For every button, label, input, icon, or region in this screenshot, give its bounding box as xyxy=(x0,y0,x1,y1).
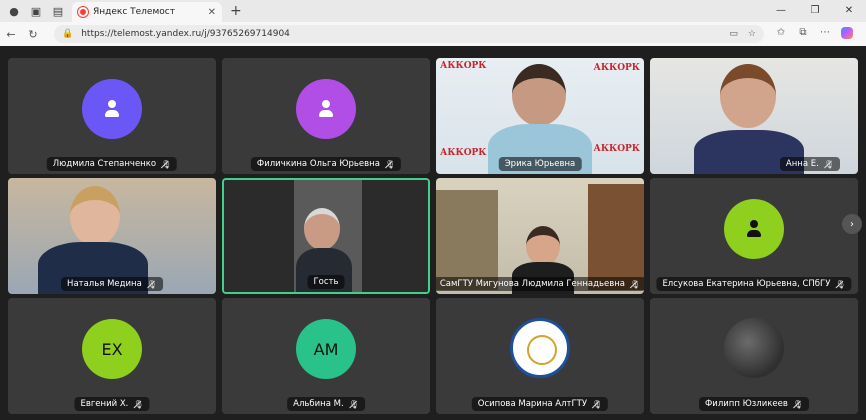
mic-off-icon: 🎙 xyxy=(792,399,804,409)
avatar-initials: АМ xyxy=(296,319,356,379)
participant-tile[interactable]: СамГТУ Мигунова Людмила Геннадьевна 🎙 xyxy=(436,178,644,294)
person-icon xyxy=(743,218,765,240)
participant-name: Филичкина Ольга Юрьевна xyxy=(256,159,380,169)
workspaces-icon[interactable]: ▣ xyxy=(28,3,44,19)
participant-tile[interactable]: Осипова Марина АлтГТУ 🎙 xyxy=(436,298,644,414)
bookshelf xyxy=(436,190,498,290)
speaker-head xyxy=(512,64,566,126)
participant-tile[interactable]: Филичкина Ольга Юрьевна 🎙 xyxy=(222,58,430,174)
favorite-star-icon[interactable]: ☆ xyxy=(748,29,756,39)
participant-name-label: Эрика Юрьевна xyxy=(498,157,582,171)
mic-off-icon: 🎙 xyxy=(630,279,641,289)
mic-off-icon: 🎙 xyxy=(384,159,396,169)
mic-off-icon: 🎙 xyxy=(835,279,846,289)
person-icon xyxy=(101,98,123,120)
participant-tile[interactable]: Филипп Юзликеев 🎙 xyxy=(650,298,858,414)
avatar-photo xyxy=(724,318,784,378)
participant-name: Альбина М. xyxy=(293,399,344,409)
akkork-logo: АККОРК xyxy=(593,63,641,73)
participant-name-label: Людмила Степанченко 🎙 xyxy=(46,157,178,171)
mic-off-icon: 🎙 xyxy=(146,279,157,289)
cast-icon[interactable]: ▭ xyxy=(729,29,738,39)
altgtu-seal-logo xyxy=(510,318,570,378)
participant-name-label: Альбина М. 🎙 xyxy=(287,397,365,411)
browser-tab-bar: ● ▣ ▤ Яндекс Телемост ✕ + — ❐ ✕ xyxy=(0,0,866,22)
tab-actions-icon[interactable]: ▤ xyxy=(50,3,66,19)
more-menu-icon[interactable]: ⋯ xyxy=(814,27,836,42)
profile-icon[interactable]: ● xyxy=(6,3,22,19)
participant-tile[interactable]: АМ Альбина М. 🎙 xyxy=(222,298,430,414)
participant-name-label: Наталья Медина 🎙 xyxy=(61,277,163,291)
speaker-head xyxy=(526,226,560,266)
participant-tile[interactable]: Анна Е. 🎙 xyxy=(650,58,858,174)
mic-off-icon: 🎙 xyxy=(592,399,603,409)
url-text: https://telemost.yandex.ru/j/93765269714… xyxy=(81,29,290,39)
participant-name: Наталья Медина xyxy=(67,279,142,289)
participant-name-label: Елсукова Екатерина Юрьевна, СПбГУ 🎙 xyxy=(656,277,852,291)
akkork-logo: АККОРК xyxy=(440,148,487,158)
participant-tile-active-speaker[interactable]: Гость xyxy=(222,178,430,294)
tab-title: Яндекс Телемост xyxy=(93,7,175,17)
window-controls: — ❐ ✕ xyxy=(764,0,866,22)
avatar xyxy=(724,199,784,259)
participant-tile[interactable]: Наталья Медина 🎙 xyxy=(8,178,216,294)
mic-off-icon: 🎙 xyxy=(348,399,359,409)
participant-name-label: Гость xyxy=(307,275,345,289)
close-tab-icon[interactable]: ✕ xyxy=(208,7,216,18)
lock-icon: 🔒 xyxy=(62,29,74,39)
participant-name-label: Евгений Х. 🎙 xyxy=(74,397,150,411)
mic-off-icon: 🎙 xyxy=(823,159,834,169)
telemost-favicon-icon xyxy=(78,7,88,17)
participant-name: Осипова Марина АлтГТУ xyxy=(477,399,588,409)
participant-tile[interactable]: Елсукова Екатерина Юрьевна, СПбГУ 🎙 xyxy=(650,178,858,294)
restore-icon[interactable]: ❐ xyxy=(798,0,832,22)
participant-tile[interactable]: АККОРК АККОРК АККОРК АККОРК Эрика Юрьевн… xyxy=(436,58,644,174)
avatar xyxy=(82,79,142,139)
mic-off-icon: 🎙 xyxy=(161,159,172,169)
favorites-icon[interactable]: ✩ xyxy=(770,27,792,42)
tab-telemost[interactable]: Яндекс Телемост ✕ xyxy=(72,2,222,22)
next-page-chevron-icon[interactable]: › xyxy=(842,214,862,234)
url-field[interactable]: 🔒 https://telemost.yandex.ru/j/937652697… xyxy=(54,25,764,43)
copilot-icon[interactable] xyxy=(836,26,858,42)
akkork-logo: АККОРК xyxy=(440,61,487,71)
participant-name: Елсукова Екатерина Юрьевна, СПбГУ xyxy=(662,279,831,289)
avatar xyxy=(296,79,356,139)
akkork-logo: АККОРК xyxy=(593,144,641,154)
speaker-head xyxy=(70,186,120,246)
close-window-icon[interactable]: ✕ xyxy=(832,0,866,22)
reload-icon[interactable]: ↻ xyxy=(22,28,44,41)
mic-off-icon: 🎙 xyxy=(133,399,144,409)
person-icon xyxy=(315,98,337,120)
participant-name: Анна Е. xyxy=(785,159,819,169)
participant-name-label: Филипп Юзликеев 🎙 xyxy=(698,397,810,411)
participant-name: СамГТУ Мигунова Людмила Геннадьевна xyxy=(439,279,626,289)
cabinet xyxy=(588,184,644,290)
participant-name-label: СамГТУ Мигунова Людмила Геннадьевна 🎙 xyxy=(436,277,644,291)
participant-name-label: Анна Е. 🎙 xyxy=(779,157,840,171)
address-bar-row: ← ↻ 🔒 https://telemost.yandex.ru/j/93765… xyxy=(0,22,866,46)
participant-name-label: Осипова Марина АлтГТУ 🎙 xyxy=(471,397,609,411)
participant-name: Гость xyxy=(313,277,339,287)
participant-tile[interactable]: ЕХ Евгений Х. 🎙 xyxy=(8,298,216,414)
participant-tile[interactable]: Людмила Степанченко 🎙 xyxy=(8,58,216,174)
speaker-head xyxy=(720,64,776,128)
new-tab-icon[interactable]: + xyxy=(230,3,242,19)
participant-name: Людмила Степанченко xyxy=(52,159,157,169)
participant-name-label: Филичкина Ольга Юрьевна 🎙 xyxy=(250,157,402,171)
avatar-initials: ЕХ xyxy=(82,319,142,379)
participant-name: Эрика Юрьевна xyxy=(504,159,576,169)
speaker-head xyxy=(304,208,340,250)
back-icon[interactable]: ← xyxy=(0,28,22,41)
meeting-grid: Людмила Степанченко 🎙 Филичкина Ольга Юр… xyxy=(0,46,866,420)
participant-name: Евгений Х. xyxy=(80,399,129,409)
extensions-icon[interactable]: ⧉ xyxy=(792,27,814,42)
minimize-icon[interactable]: — xyxy=(764,0,798,22)
participant-name: Филипп Юзликеев xyxy=(704,399,788,409)
